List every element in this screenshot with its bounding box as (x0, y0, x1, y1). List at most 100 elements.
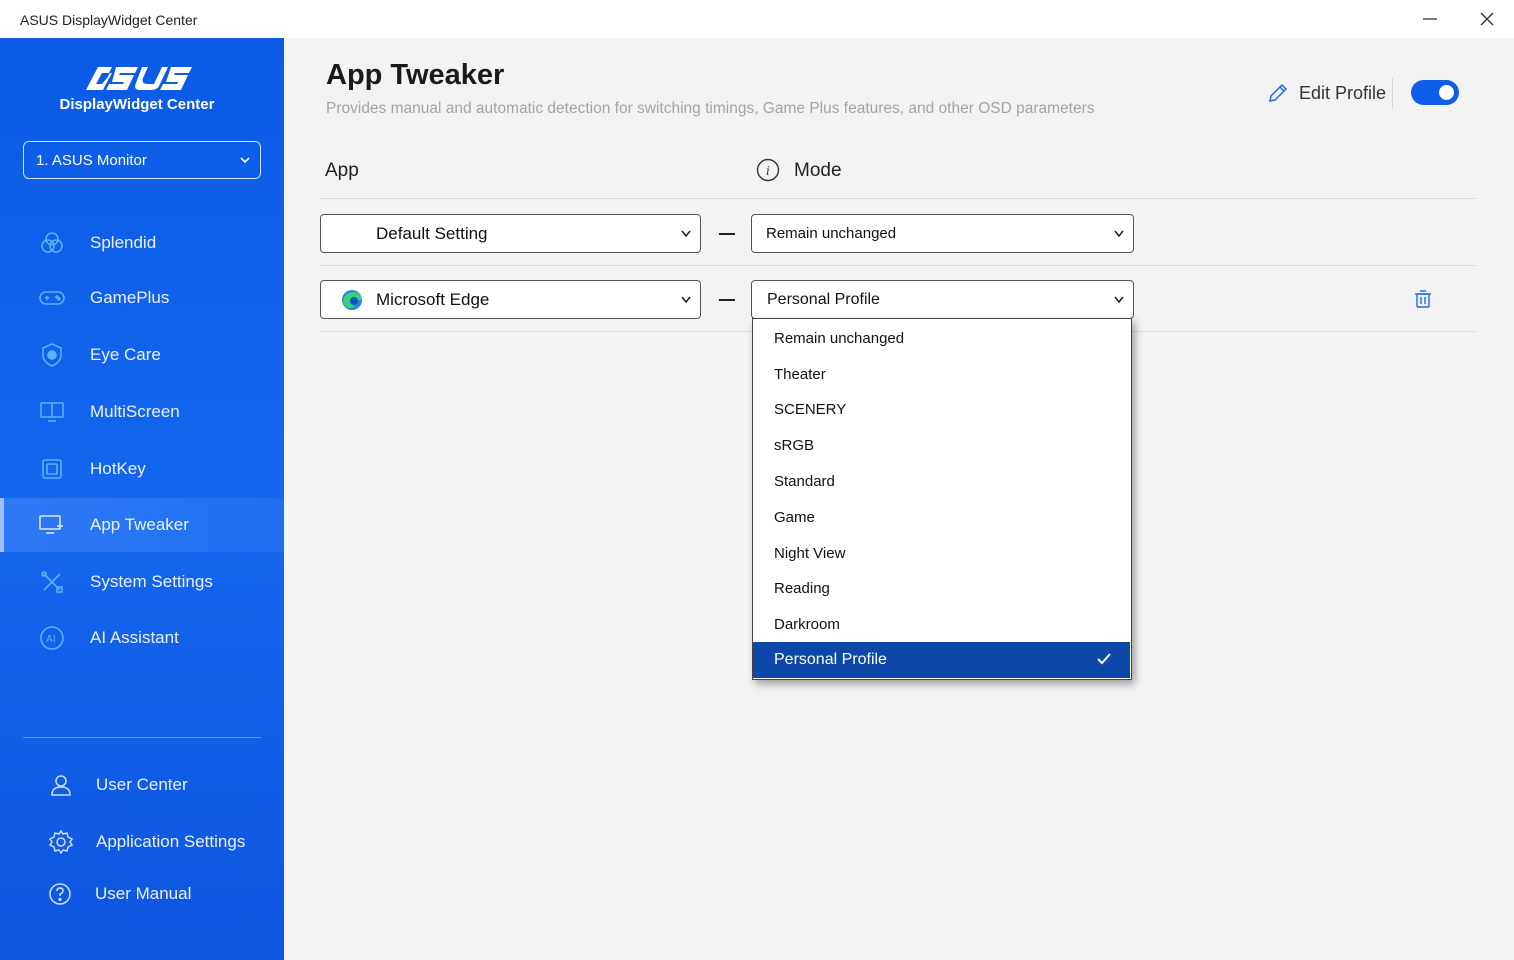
sidebar: DisplayWidget Center 1. ASUS Monitor Spl… (0, 38, 284, 960)
edit-profile-button[interactable]: Edit Profile (1267, 80, 1386, 106)
mode-option-label: Personal Profile (774, 651, 887, 668)
nav-item-multiscreen[interactable]: MultiScreen (0, 385, 284, 439)
hotkey-icon (38, 456, 66, 482)
gear-icon (47, 829, 75, 855)
chevron-down-icon (681, 230, 691, 238)
mode-option-label: Theater (774, 366, 826, 383)
nav-label: App Tweaker (90, 515, 189, 534)
info-icon[interactable]: i (756, 158, 780, 182)
mode-select-default[interactable]: Remain unchanged (751, 214, 1134, 253)
mode-option[interactable]: Reading (753, 571, 1130, 607)
edge-icon (342, 290, 362, 310)
row-dash (719, 233, 735, 235)
nav-label: Application Settings (96, 832, 246, 851)
close-icon (1480, 12, 1494, 26)
user-icon (47, 772, 75, 798)
mode-select-value: Remain unchanged (766, 225, 897, 242)
title-bar: ASUS DisplayWidget Center (0, 0, 1514, 38)
mode-option[interactable]: Standard (753, 464, 1130, 500)
nav-item-user-manual[interactable]: User Manual (0, 872, 284, 916)
edit-profile-label: Edit Profile (1299, 82, 1387, 103)
chevron-down-icon (681, 296, 691, 304)
monitor-select-value: 1. ASUS Monitor (36, 151, 147, 169)
close-button[interactable] (1464, 6, 1510, 32)
app-tweaker-icon (38, 512, 66, 538)
column-header-mode: Mode (794, 160, 842, 181)
mode-select-edge[interactable]: Personal Profile (751, 280, 1134, 319)
row-divider (320, 265, 1475, 266)
app-select-edge[interactable]: Microsoft Edge (320, 280, 701, 319)
nav-item-system-settings[interactable]: System Settings (0, 555, 284, 609)
monitor-select[interactable]: 1. ASUS Monitor (23, 141, 261, 179)
tools-icon (38, 569, 66, 595)
mode-option-label: Night View (774, 545, 846, 562)
app-tweaker-toggle[interactable] (1411, 80, 1459, 105)
page-title: App Tweaker (326, 59, 505, 91)
window-title: ASUS DisplayWidget Center (20, 12, 198, 28)
nav-item-ai-assistant[interactable]: AI AI Assistant (0, 611, 284, 665)
mode-option[interactable]: sRGB (753, 428, 1130, 464)
mode-option-label: Remain unchanged (774, 330, 905, 347)
svg-text:i: i (766, 164, 770, 178)
nav-item-splendid[interactable]: Splendid (0, 216, 284, 270)
nav-item-gameplus[interactable]: GamePlus (0, 271, 284, 325)
mode-option[interactable]: SCENERY (753, 392, 1130, 428)
nav-item-user-center[interactable]: User Center (0, 763, 284, 807)
chevron-down-icon (1114, 296, 1124, 304)
nav-label: HotKey (90, 459, 146, 478)
row-dash (719, 299, 735, 301)
page-subtitle: Provides manual and automatic detection … (326, 100, 1095, 117)
mode-option-selected[interactable]: Personal Profile (753, 642, 1130, 678)
mode-option[interactable]: Night View (753, 536, 1130, 572)
mode-option-label: Darkroom (774, 616, 840, 633)
nav-item-hotkey[interactable]: HotKey (0, 442, 284, 496)
mode-option-label: sRGB (774, 437, 815, 454)
header-divider (320, 198, 1475, 199)
header-separator (1392, 78, 1393, 108)
chevron-down-icon (1114, 230, 1124, 238)
minimize-button[interactable] (1407, 6, 1453, 32)
ai-icon: AI (38, 625, 66, 651)
nav-label: MultiScreen (90, 402, 180, 421)
toggle-knob (1439, 85, 1454, 100)
mode-select-value: Personal Profile (767, 291, 880, 308)
mode-option-label: Standard (774, 473, 835, 490)
column-header-app: App (325, 160, 359, 181)
nav-label: User Center (96, 775, 188, 794)
minimize-icon (1423, 18, 1437, 20)
nav-item-app-tweaker[interactable]: App Tweaker (0, 498, 284, 552)
nav-label: User Manual (95, 884, 192, 903)
mode-option-label: Reading (774, 580, 830, 597)
nav-label: Eye Care (90, 345, 161, 364)
mode-dropdown-list: Remain unchanged Theater SCENERY sRGB St… (752, 318, 1132, 680)
nav-item-application-settings[interactable]: Application Settings (0, 820, 284, 864)
nav-label: GamePlus (90, 288, 170, 307)
svg-text:AI: AI (46, 634, 56, 645)
help-icon (46, 881, 74, 907)
mode-option-label: Game (774, 509, 815, 526)
nav-item-eye-care[interactable]: Eye Care (0, 328, 284, 382)
pencil-icon (1269, 83, 1288, 102)
nav-label: System Settings (90, 572, 213, 591)
eye-care-icon (38, 342, 66, 368)
asus-logo (86, 67, 192, 90)
app-select-value: Microsoft Edge (376, 290, 490, 309)
multiscreen-icon (38, 399, 66, 425)
checkmark-icon (1097, 653, 1111, 665)
mode-option[interactable]: Theater (753, 357, 1130, 393)
sidebar-divider (23, 737, 261, 738)
app-select-value: Default Setting (376, 224, 488, 243)
brand-name: DisplayWidget Center (59, 96, 215, 113)
app-select-default[interactable]: Default Setting (320, 214, 701, 253)
splendid-icon (38, 230, 66, 256)
main-panel: App Tweaker Provides manual and automati… (284, 38, 1514, 960)
mode-option[interactable]: Remain unchanged (753, 321, 1130, 357)
gamepad-icon (38, 285, 66, 311)
mode-option[interactable]: Darkroom (753, 607, 1130, 643)
mode-option-label: SCENERY (774, 401, 847, 418)
mode-option[interactable]: Game (753, 500, 1130, 536)
nav-label: AI Assistant (90, 628, 179, 647)
nav-label: Splendid (90, 233, 157, 252)
chevron-down-icon (240, 157, 250, 164)
trash-icon[interactable] (1413, 289, 1433, 309)
